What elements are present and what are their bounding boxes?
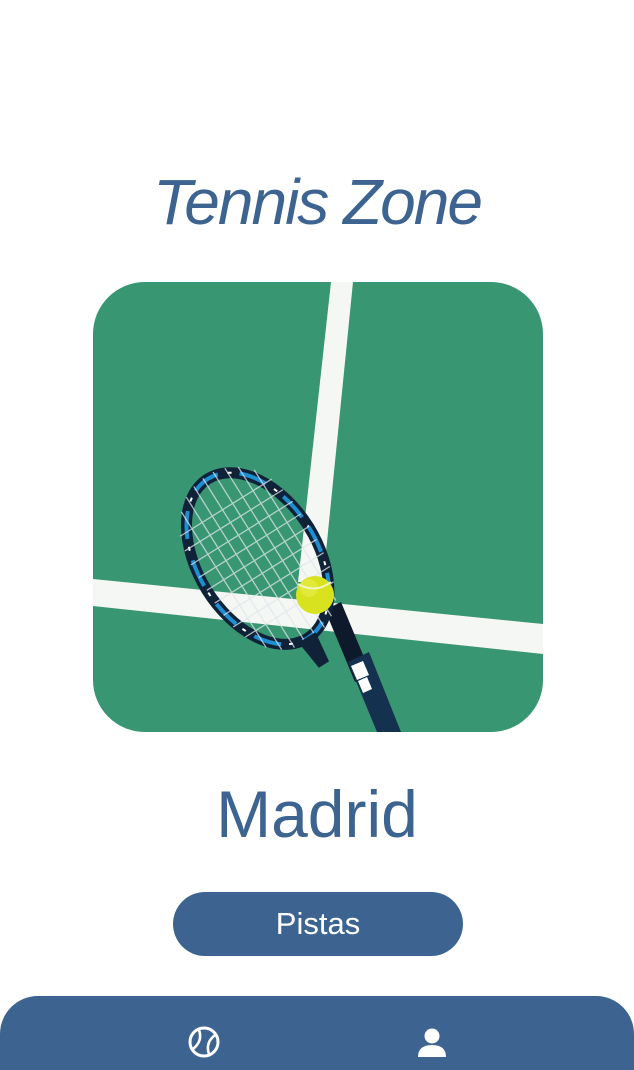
bottom-nav [0,996,634,1070]
nav-profile-button[interactable] [414,1026,450,1062]
user-icon [415,1025,449,1064]
courts-button[interactable]: Pistas [173,892,463,956]
hero-image [93,282,543,732]
city-name: Madrid [216,777,418,851]
nav-courts-button[interactable] [186,1026,222,1062]
tennis-ball-icon [187,1025,221,1064]
app-title: Tennis Zone [153,166,483,238]
